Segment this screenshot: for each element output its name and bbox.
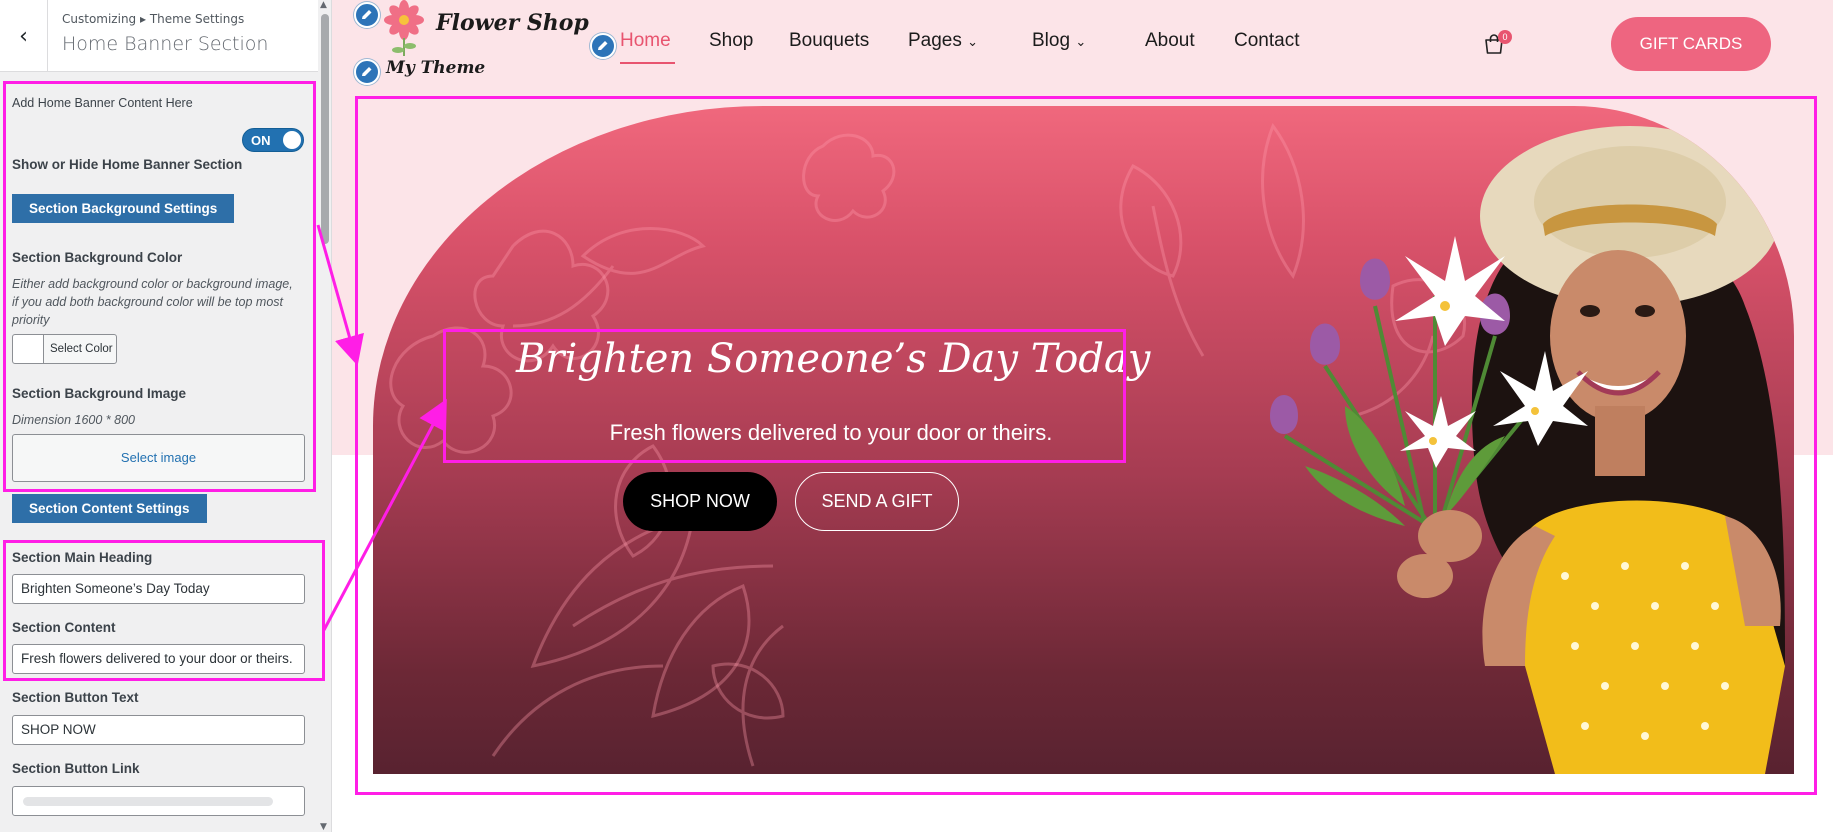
select-color-label: Select Color	[50, 343, 113, 355]
nav-blog-label: Blog	[1032, 30, 1071, 51]
show-hide-label: Show or Hide Home Banner Section	[12, 157, 243, 172]
button-text-input[interactable]: SHOP NOW	[12, 715, 305, 745]
active-nav-underline	[620, 62, 675, 64]
button-text-label: Section Button Text	[12, 690, 139, 705]
bg-image-label: Section Background Image	[12, 386, 187, 401]
scrollbar-thumb[interactable]	[321, 14, 329, 244]
content-settings-button[interactable]: Section Content Settings	[12, 494, 207, 523]
gift-cards-button[interactable]: GIFT CARDS	[1611, 17, 1771, 71]
panel-title: Home Banner Section	[62, 33, 269, 55]
send-a-gift-button[interactable]: SEND A GIFT	[795, 472, 959, 531]
nav-contact[interactable]: Contact	[1234, 30, 1299, 52]
site-preview: Flower Shop My Theme Home Shop Bouquets …	[332, 0, 1833, 832]
edit-pencil-icon[interactable]	[590, 33, 616, 59]
nav-blog[interactable]: Blog ⌄	[1032, 30, 1086, 52]
nav-pages[interactable]: Pages ⌄	[908, 30, 978, 52]
woman-with-bouquet-image	[1270, 126, 1785, 774]
add-content-label: Add Home Banner Content Here	[12, 96, 193, 110]
button-link-label: Section Button Link	[12, 761, 140, 776]
bg-color-description: Either add background color or backgroun…	[12, 277, 293, 327]
back-chevron-icon[interactable]: ‹	[0, 0, 48, 72]
banner-heading: Brighten Someone’s Day Today	[516, 336, 1151, 382]
color-swatch	[13, 335, 44, 363]
banner-subtext: Fresh flowers delivered to your door or …	[609, 420, 1053, 445]
nav-pages-label: Pages	[908, 30, 962, 51]
flower-logo-icon	[384, 0, 424, 56]
edit-pencil-icon[interactable]	[354, 2, 380, 28]
background-settings-button[interactable]: Section Background Settings	[12, 194, 235, 223]
site-tagline: My Theme	[386, 58, 486, 78]
content-label: Section Content	[12, 620, 116, 635]
banner-visibility-toggle[interactable]: ON	[242, 128, 304, 152]
cart-count-badge: 0	[1498, 30, 1512, 44]
button-link-input[interactable]	[12, 786, 305, 816]
toggle-state-label: ON	[251, 133, 271, 148]
nav-shop[interactable]: Shop	[709, 30, 753, 52]
chevron-down-icon: ⌄	[967, 34, 979, 49]
main-heading-label: Section Main Heading	[12, 550, 153, 565]
toggle-knob	[283, 131, 301, 149]
nav-about[interactable]: About	[1145, 30, 1195, 52]
select-color-button[interactable]: Select Color	[12, 334, 117, 364]
edit-pencil-icon[interactable]	[354, 59, 380, 85]
sidebar-scrollbar[interactable]: ▲ ▼	[318, 0, 331, 832]
bg-color-label: Section Background Color	[12, 250, 183, 265]
nav-bouquets[interactable]: Bouquets	[789, 30, 869, 52]
main-heading-input[interactable]: Brighten Someone’s Day Today	[12, 574, 305, 604]
nav-home[interactable]: Home	[620, 30, 671, 52]
site-logo-text[interactable]: Flower Shop	[436, 10, 589, 36]
content-input[interactable]: Fresh flowers delivered to your door or …	[12, 644, 305, 674]
select-image-button[interactable]: Select image	[12, 434, 305, 482]
bg-image-dimension: Dimension 1600 * 800	[12, 413, 135, 427]
sidebar-header: ‹ Customizing ▸ Theme Settings Home Bann…	[0, 0, 318, 72]
scroll-up-icon[interactable]: ▲	[320, 0, 327, 10]
breadcrumb: Customizing ▸ Theme Settings	[62, 12, 245, 26]
shop-now-button[interactable]: SHOP NOW	[623, 472, 777, 531]
home-banner: Brighten Someone’s Day Today Fresh flowe…	[373, 106, 1794, 774]
chevron-down-icon: ⌄	[1075, 34, 1087, 49]
scroll-down-icon[interactable]: ▼	[320, 822, 327, 832]
customizer-sidebar: ‹ Customizing ▸ Theme Settings Home Bann…	[0, 0, 332, 832]
